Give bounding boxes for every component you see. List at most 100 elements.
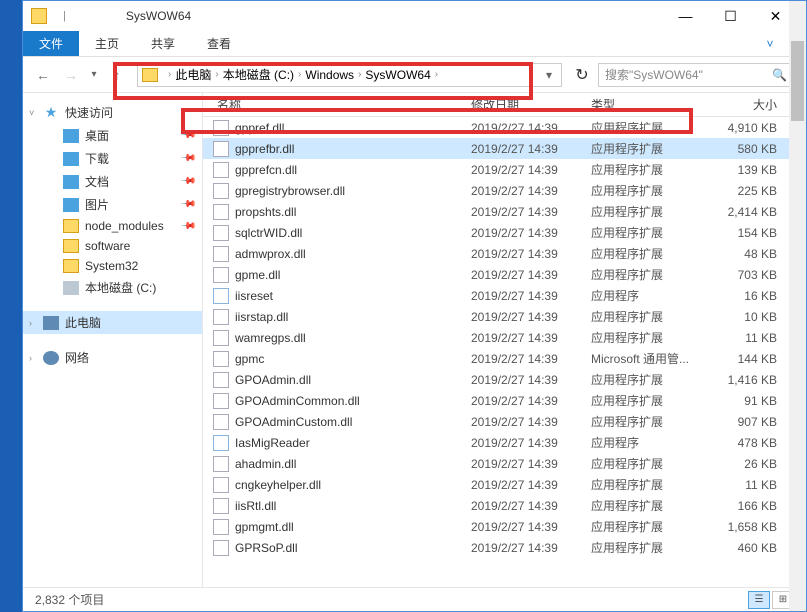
file-size: 478 KB [711,436,785,450]
col-name[interactable]: 名称 [213,96,471,113]
sidebar-item-label: 下载 [85,150,109,167]
file-row[interactable]: iisrstap.dll2019/2/27 14:39应用程序扩展10 KB [203,306,806,327]
tab-home[interactable]: 主页 [79,31,135,56]
chevron-right-icon[interactable]: › [358,69,361,80]
file-type: Microsoft 通用管... [591,350,711,367]
file-size: 139 KB [711,163,785,177]
crumb-syswow64[interactable]: SysWOW64 [365,68,430,82]
caret-right-icon[interactable]: › [29,318,32,328]
file-size: 225 KB [711,184,785,198]
dll-icon [213,477,229,493]
file-row[interactable]: gpprefcn.dll2019/2/27 14:39应用程序扩展139 KB [203,159,806,180]
ribbon-expand-icon[interactable]: ˅ [758,31,782,56]
chevron-right-icon[interactable]: › [215,69,218,80]
scrollbar-vertical[interactable] [789,117,806,587]
up-button[interactable]: ↑ [105,63,129,87]
file-name: gpregistrybrowser.dll [235,184,471,198]
file-row[interactable]: ahadmin.dll2019/2/27 14:39应用程序扩展26 KB [203,453,806,474]
file-row[interactable]: gpprefbr.dll2019/2/27 14:39应用程序扩展580 KB [203,138,806,159]
file-row[interactable]: sqlctrWID.dll2019/2/27 14:39应用程序扩展154 KB [203,222,806,243]
file-row[interactable]: iisreset2019/2/27 14:39应用程序16 KB [203,285,806,306]
recent-button[interactable]: ▾ [87,63,101,87]
file-date: 2019/2/27 14:39 [471,478,591,492]
crumb-windows[interactable]: Windows [305,68,354,82]
file-type: 应用程序 [591,434,711,451]
sidebar-item[interactable]: 桌面📌 [23,124,202,147]
maximize-button[interactable]: ☐ [708,2,753,30]
address-dropdown-icon[interactable]: ▾ [541,68,557,82]
file-row[interactable]: wamregps.dll2019/2/27 14:39应用程序扩展11 KB [203,327,806,348]
search-input[interactable]: 搜索"SysWOW64" 🔍 [598,63,798,87]
sidebar-item[interactable]: System32 [23,256,202,276]
caret-down-icon[interactable]: ˅ [29,108,34,118]
file-list[interactable]: gppref.dll2019/2/27 14:39应用程序扩展4,910 KBg… [203,117,806,587]
sidebar-network[interactable]: › 网络 [23,346,202,369]
star-icon: ★ [43,106,59,120]
tab-share[interactable]: 共享 [135,31,191,56]
sidebar-this-pc[interactable]: › 此电脑 [23,311,202,334]
sidebar-item[interactable]: node_modules📌 [23,216,202,236]
blue-icon [63,175,79,189]
folder-icon [63,239,79,253]
col-size[interactable]: 大小 [711,96,785,113]
sidebar-item-label: 图片 [85,196,109,213]
col-type[interactable]: 类型 [591,96,711,113]
caret-right-icon[interactable]: › [29,353,32,363]
sidebar-item[interactable]: 本地磁盘 (C:) [23,276,202,299]
file-row[interactable]: GPOAdminCustom.dll2019/2/27 14:39应用程序扩展9… [203,411,806,432]
file-size: 26 KB [711,457,785,471]
sidebar-quick-access[interactable]: ˅ ★ 快速访问 [23,101,202,124]
chevron-right-icon[interactable]: › [435,69,438,80]
forward-button[interactable]: → [59,63,83,87]
file-row[interactable]: iisRtl.dll2019/2/27 14:39应用程序扩展166 KB [203,495,806,516]
file-date: 2019/2/27 14:39 [471,268,591,282]
file-row[interactable]: gpme.dll2019/2/27 14:39应用程序扩展703 KB [203,264,806,285]
file-row[interactable]: gppref.dll2019/2/27 14:39应用程序扩展4,910 KB [203,117,806,138]
sidebar-item[interactable]: software [23,236,202,256]
search-icon[interactable]: 🔍 [772,68,787,82]
view-details-button[interactable]: ☰ [748,591,770,609]
file-type: 应用程序扩展 [591,455,711,472]
blue-icon [63,198,79,212]
file-date: 2019/2/27 14:39 [471,436,591,450]
sidebar-item[interactable]: 文档📌 [23,170,202,193]
file-size: 1,416 KB [711,373,785,387]
file-type: 应用程序扩展 [591,266,711,283]
dll-icon [213,393,229,409]
file-size: 10 KB [711,310,785,324]
file-name: IasMigReader [235,436,471,450]
file-row[interactable]: admwprox.dll2019/2/27 14:39应用程序扩展48 KB [203,243,806,264]
file-row[interactable]: IasMigReader2019/2/27 14:39应用程序478 KB [203,432,806,453]
tab-file[interactable]: 文件 [23,31,79,56]
crumb-drive[interactable]: 本地磁盘 (C:) [223,66,294,83]
qat-divider: | [63,10,66,22]
minimize-button[interactable]: — [663,2,708,30]
exe-icon [213,288,229,304]
chevron-right-icon[interactable]: › [298,69,301,80]
file-row[interactable]: gpmgmt.dll2019/2/27 14:39应用程序扩展1,658 KB [203,516,806,537]
file-row[interactable]: GPOAdminCommon.dll2019/2/27 14:39应用程序扩展9… [203,390,806,411]
back-button[interactable]: ← [31,63,55,87]
file-row[interactable]: gpregistrybrowser.dll2019/2/27 14:39应用程序… [203,180,806,201]
col-date[interactable]: 修改日期 [471,96,591,113]
sidebar-item[interactable]: 下载📌 [23,147,202,170]
refresh-button[interactable]: ↻ [570,65,594,85]
file-row[interactable]: propshts.dll2019/2/27 14:39应用程序扩展2,414 K… [203,201,806,222]
file-name: sqlctrWID.dll [235,226,471,240]
file-row[interactable]: gpmc2019/2/27 14:39Microsoft 通用管...144 K… [203,348,806,369]
scroll-thumb[interactable] [791,117,804,121]
crumb-thispc[interactable]: 此电脑 [175,66,211,83]
sidebar-item-label: 文档 [85,173,109,190]
dll-icon [213,330,229,346]
file-row[interactable]: GPOAdmin.dll2019/2/27 14:39应用程序扩展1,416 K… [203,369,806,390]
file-row[interactable]: GPRSoP.dll2019/2/27 14:39应用程序扩展460 KB [203,537,806,558]
file-name: ahadmin.dll [235,457,471,471]
chevron-right-icon[interactable]: › [168,69,171,80]
file-row[interactable]: cngkeyhelper.dll2019/2/27 14:39应用程序扩展11 … [203,474,806,495]
sidebar-item[interactable]: 图片📌 [23,193,202,216]
titlebar[interactable]: | SysWOW64 — ☐ ✕ [23,1,806,31]
address-bar[interactable]: › 此电脑 › 本地磁盘 (C:) › Windows › SysWOW64 ›… [137,63,562,87]
file-name: gpprefcn.dll [235,163,471,177]
tab-view[interactable]: 查看 [191,31,247,56]
file-name: GPOAdminCommon.dll [235,394,471,408]
